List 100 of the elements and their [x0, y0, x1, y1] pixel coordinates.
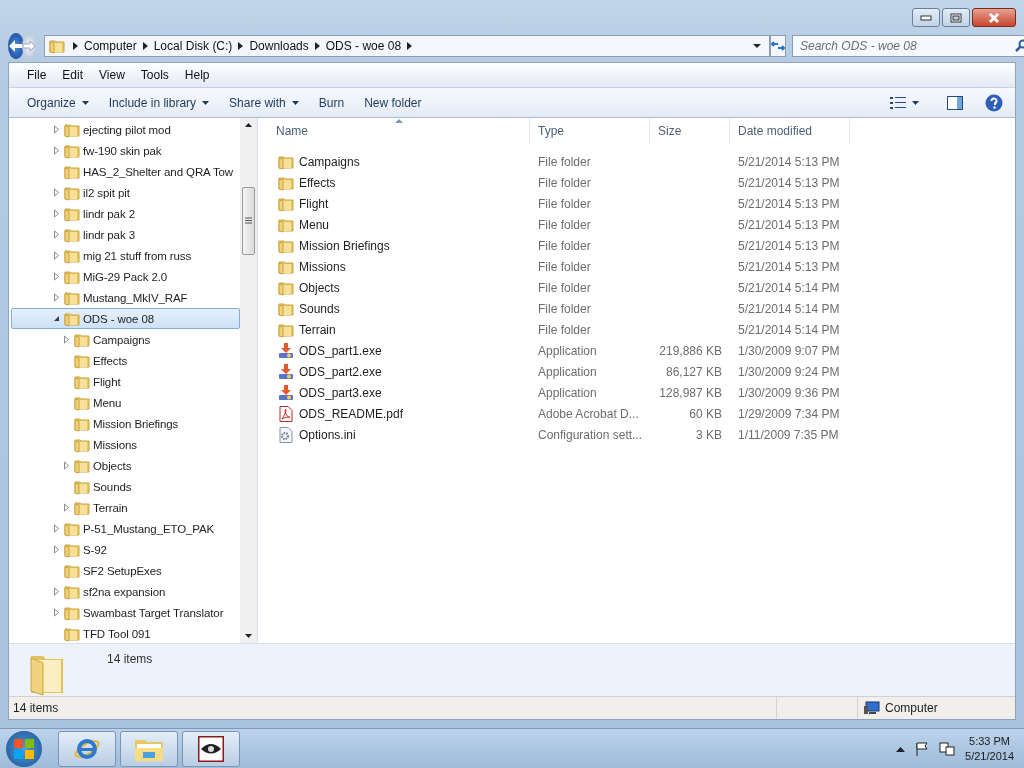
item-name[interactable]: ODS_part2.exe: [268, 363, 530, 380]
scrollbar[interactable]: [240, 118, 257, 643]
scrollbar-thumb[interactable]: [242, 186, 255, 255]
tree-item[interactable]: mig 21 stuff from russ: [11, 245, 240, 266]
expand-arrow-icon[interactable]: [52, 293, 61, 302]
expand-arrow-icon[interactable]: [52, 125, 61, 134]
expand-arrow-icon[interactable]: [52, 188, 61, 197]
breadcrumb[interactable]: Downloads: [249, 39, 309, 53]
chevron-right-icon[interactable]: [314, 42, 320, 50]
expand-arrow-icon[interactable]: [52, 146, 61, 155]
expand-arrow-icon[interactable]: [52, 608, 61, 617]
tree-item[interactable]: Mustang_MkIV_RAF: [11, 287, 240, 308]
column-header[interactable]: Date modified: [730, 118, 850, 144]
clock[interactable]: 5:33 PM 5/21/2014: [965, 733, 1014, 764]
back-button[interactable]: [8, 33, 24, 59]
item-name[interactable]: Mission Briefings: [268, 237, 530, 254]
menubar-command[interactable]: Tools: [132, 68, 177, 82]
search-field[interactable]: Search ODS - woe 08: [792, 35, 1024, 57]
chevron-right-icon[interactable]: [142, 42, 148, 50]
tree-item[interactable]: HAS_2_Shelter and QRA Tow: [11, 161, 240, 182]
start-button[interactable]: [6, 730, 42, 767]
menubar-command[interactable]: File: [19, 68, 55, 82]
folder-icon: [278, 174, 294, 191]
item-name[interactable]: ODS_part1.exe: [268, 342, 530, 359]
refresh-button[interactable]: [770, 35, 786, 57]
chevron-right-icon[interactable]: [238, 42, 244, 50]
network-icon[interactable]: [939, 741, 956, 756]
toolbar-button[interactable]: Include in library: [98, 90, 220, 115]
item-name[interactable]: Missions: [268, 258, 530, 275]
flag-icon[interactable]: [915, 741, 930, 756]
expand-arrow-icon[interactable]: [52, 251, 61, 260]
folder-icon: [74, 394, 90, 411]
minimize-button[interactable]: [912, 8, 940, 27]
tree-item[interactable]: lindr pak 2: [11, 203, 240, 224]
expand-arrow-icon[interactable]: [62, 335, 71, 344]
tree-item[interactable]: SF2 SetupExes: [11, 560, 240, 581]
expand-arrow-icon[interactable]: [62, 461, 71, 470]
folder-icon: [74, 352, 90, 369]
toolbar-button[interactable]: Share with: [219, 90, 309, 115]
item-name[interactable]: Flight: [268, 195, 530, 212]
taskbar-app-button[interactable]: [182, 730, 240, 767]
item-name[interactable]: Effects: [268, 174, 530, 191]
chevron-right-icon[interactable]: [407, 42, 413, 50]
expand-arrow-icon[interactable]: [52, 209, 61, 218]
tree-item[interactable]: il2 spit pit: [11, 182, 240, 203]
tree-item[interactable]: ejecting pilot mod: [11, 119, 240, 140]
tree-item[interactable]: Flight: [11, 371, 240, 392]
expand-arrow-icon[interactable]: [52, 230, 61, 239]
maximize-button[interactable]: [942, 8, 970, 27]
expand-arrow-icon[interactable]: [52, 272, 61, 281]
tree-item[interactable]: MiG-29 Pack 2.0: [11, 266, 240, 287]
tree-item[interactable]: TFD Tool 091: [11, 623, 240, 643]
expand-arrow-icon[interactable]: [52, 587, 61, 596]
folder-icon: [64, 184, 80, 201]
tree-item[interactable]: Missions: [11, 434, 240, 455]
item-name[interactable]: Campaigns: [268, 153, 530, 170]
breadcrumb[interactable]: Local Disk (C:): [153, 39, 233, 53]
address-bar[interactable]: Computer Local Disk (C:) Downloads ODS - woe 08: [44, 35, 770, 57]
tree-item[interactable]: Menu: [11, 392, 240, 413]
item-name[interactable]: Sounds: [268, 300, 530, 317]
expand-arrow-icon[interactable]: [52, 524, 61, 533]
tree-item[interactable]: Campaigns: [11, 329, 240, 350]
breadcrumb[interactable]: ODS - woe 08: [325, 39, 402, 53]
item-name[interactable]: Options.ini: [268, 426, 530, 443]
column-header[interactable]: Type: [530, 118, 650, 144]
menubar-command[interactable]: View: [91, 68, 133, 82]
close-button[interactable]: [972, 8, 1016, 27]
menubar-command[interactable]: Edit: [54, 68, 92, 82]
tree-item[interactable]: P-51_Mustang_ETO_PAK: [11, 518, 240, 539]
tree-item[interactable]: Effects: [11, 350, 240, 371]
tree-item[interactable]: Objects: [11, 455, 240, 476]
menubar-command[interactable]: Help: [176, 68, 218, 82]
item-name[interactable]: ODS_README.pdf: [268, 405, 530, 422]
item-name[interactable]: ODS_part3.exe: [268, 384, 530, 401]
folder-icon: [64, 226, 80, 243]
chevron-right-icon[interactable]: [73, 42, 78, 50]
toolbar-button[interactable]: Burn: [308, 90, 355, 115]
item-name[interactable]: Terrain: [268, 321, 530, 338]
item-name[interactable]: Objects: [268, 279, 530, 296]
tree-item[interactable]: Swambast Target Translator: [11, 602, 240, 623]
expand-arrow-icon[interactable]: [62, 503, 71, 512]
tree-item[interactable]: ODS - woe 08: [11, 308, 240, 329]
column-header[interactable]: Size: [650, 118, 730, 144]
tree-item[interactable]: Sounds: [11, 476, 240, 497]
tree-item[interactable]: fw-190 skin pak: [11, 140, 240, 161]
caret-icon: [81, 100, 89, 105]
tree-item[interactable]: S-92: [11, 539, 240, 560]
tree-item[interactable]: Mission Briefings: [11, 413, 240, 434]
toolbar-button[interactable]: Organize: [17, 90, 99, 115]
expand-arrow-icon[interactable]: [52, 545, 61, 554]
show-hidden-icons-icon[interactable]: [896, 745, 906, 752]
dropdown-arrow-icon[interactable]: [753, 43, 761, 49]
tree-item[interactable]: Terrain: [11, 497, 240, 518]
tree-item[interactable]: lindr pak 3: [11, 224, 240, 245]
toolbar-button[interactable]: New folder: [354, 90, 432, 115]
collapse-arrow-icon[interactable]: [52, 314, 61, 323]
item-name[interactable]: Menu: [268, 216, 530, 233]
tree-item[interactable]: sf2na expansion: [11, 581, 240, 602]
date-modified: 5/21/2014 5:13 PM: [737, 154, 841, 169]
breadcrumb[interactable]: Computer: [84, 39, 137, 53]
